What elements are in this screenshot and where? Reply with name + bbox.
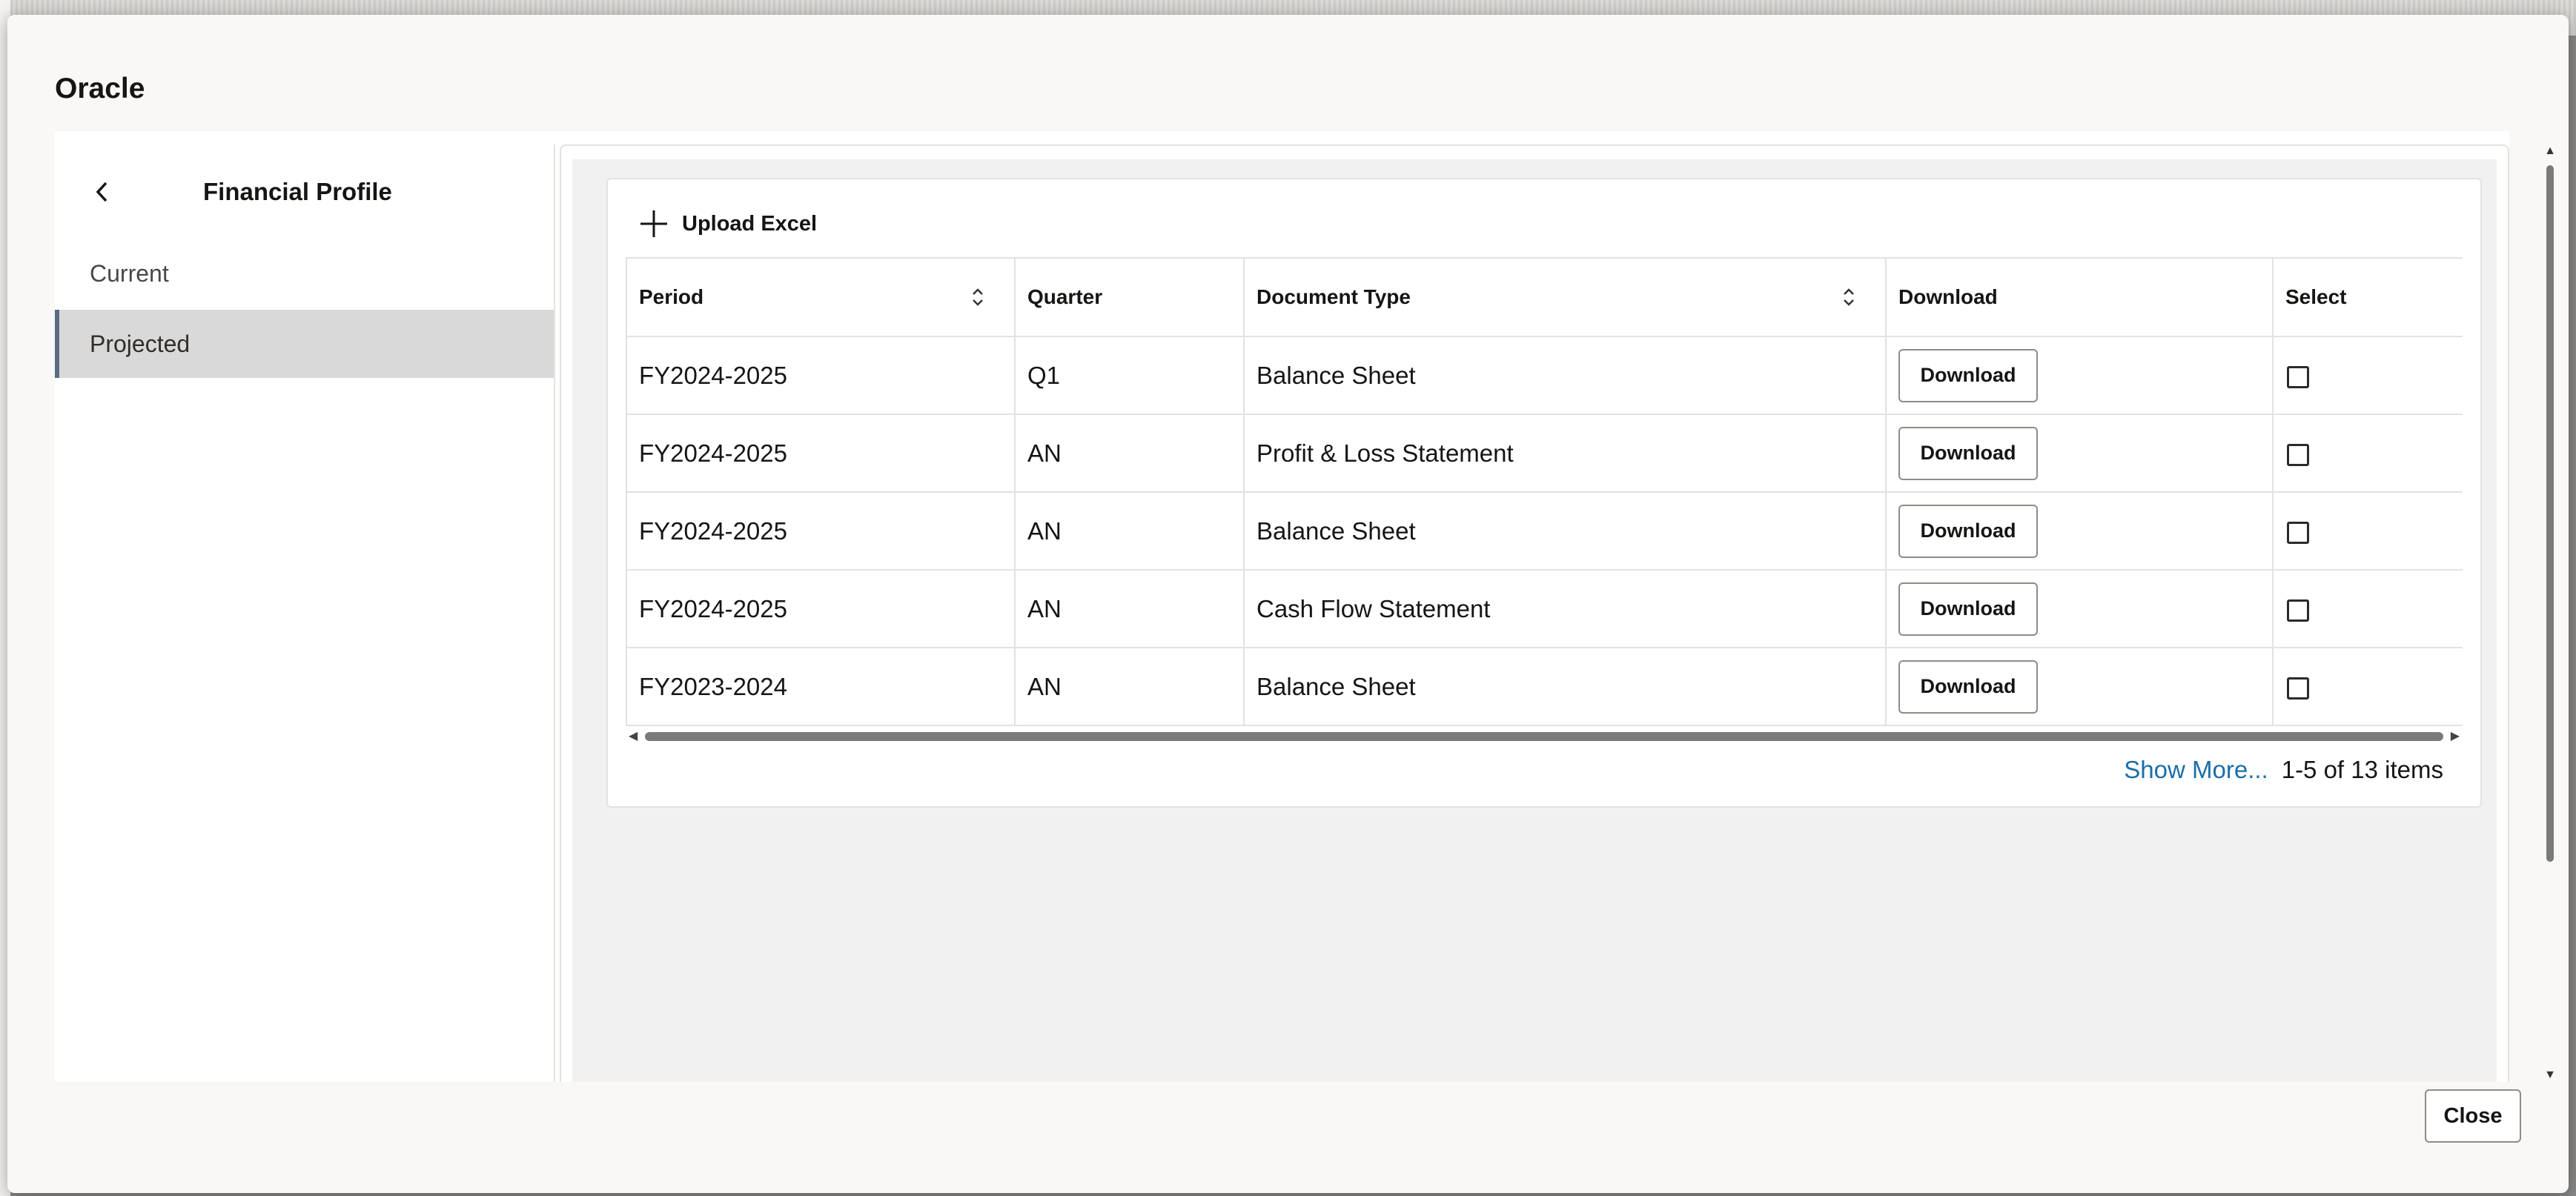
pagination: Show More... 1-5 of 13 items <box>2124 756 2443 784</box>
table-header-row: Period Quarter Document Type Download Se… <box>626 257 2463 337</box>
nav-item-current[interactable]: Current <box>55 239 554 308</box>
column-header-label: Select <box>2285 285 2347 308</box>
column-header-select: Select <box>2272 257 2463 337</box>
documents-table-container: Period Quarter Document Type Download Se… <box>626 257 2463 731</box>
back-button[interactable] <box>85 174 120 210</box>
nav-divider <box>554 144 555 1082</box>
scroll-left-arrow-icon[interactable]: ◀ <box>629 729 638 744</box>
cell-period: FY2024-2025 <box>626 569 1016 648</box>
scrollbar-thumb[interactable] <box>2546 165 2554 862</box>
cell-quarter: AN <box>1014 491 1245 571</box>
plus-icon <box>640 210 667 237</box>
cell-download: Download <box>1885 569 2274 648</box>
column-header-document-type[interactable]: Document Type <box>1243 257 1887 337</box>
column-header-period[interactable]: Period <box>626 257 1016 337</box>
scroll-up-arrow-icon[interactable]: ▲ <box>2543 144 2557 158</box>
select-checkbox[interactable] <box>2287 365 2309 388</box>
cell-download: Download <box>1885 336 2274 415</box>
column-header-quarter: Quarter <box>1014 257 1245 337</box>
download-button[interactable]: Download <box>1898 426 2038 480</box>
nav-title: Financial Profile <box>203 178 392 205</box>
select-checkbox[interactable] <box>2287 443 2309 466</box>
cell-select <box>2272 647 2463 726</box>
financial-profile-dialog: Oracle Financial Profile Current Project… <box>7 15 2569 1193</box>
cell-document-type: Balance Sheet <box>1243 491 1887 571</box>
cell-document-type: Cash Flow Statement <box>1243 569 1887 648</box>
show-more-link[interactable]: Show More... <box>2124 756 2268 784</box>
column-header-label: Document Type <box>1256 285 1411 308</box>
cell-period: FY2024-2025 <box>626 336 1016 415</box>
cell-select <box>2272 336 2463 415</box>
table-row: FY2024-2025 Q1 Balance Sheet Download <box>626 336 2463 415</box>
dialog-body: Financial Profile Current Projected Uplo… <box>55 131 2556 1082</box>
select-checkbox[interactable] <box>2287 521 2309 544</box>
cell-quarter: AN <box>1014 413 1245 493</box>
dialog-title: Oracle <box>55 73 145 104</box>
cell-download: Download <box>1885 491 2274 571</box>
side-navigation: Financial Profile Current Projected <box>55 144 554 1082</box>
scroll-right-arrow-icon[interactable]: ▶ <box>2451 729 2460 744</box>
cell-document-type: Balance Sheet <box>1243 336 1887 415</box>
column-header-download: Download <box>1885 257 2274 337</box>
column-header-label: Quarter <box>1027 285 1103 308</box>
upload-excel-button[interactable]: Upload Excel <box>638 202 817 246</box>
upload-excel-label: Upload Excel <box>682 211 818 236</box>
download-button[interactable]: Download <box>1898 504 2038 558</box>
cell-document-type: Balance Sheet <box>1243 647 1887 726</box>
chevron-left-icon <box>96 182 107 202</box>
download-button[interactable]: Download <box>1898 348 2038 402</box>
item-count: 1-5 of 13 items <box>2281 756 2443 783</box>
select-checkbox[interactable] <box>2287 677 2309 700</box>
sort-icon[interactable] <box>1841 286 1857 308</box>
close-button[interactable]: Close <box>2425 1089 2521 1143</box>
cell-select <box>2272 569 2463 648</box>
cell-period: FY2024-2025 <box>626 491 1016 571</box>
cell-quarter: AN <box>1014 569 1245 648</box>
cell-download: Download <box>1885 413 2274 493</box>
cell-select <box>2272 413 2463 493</box>
cell-period: FY2024-2025 <box>626 413 1016 493</box>
sort-icon[interactable] <box>970 286 986 308</box>
cell-quarter: Q1 <box>1014 336 1245 415</box>
cell-period: FY2023-2024 <box>626 647 1016 726</box>
column-header-label: Download <box>1898 285 1998 308</box>
column-header-label: Period <box>639 285 704 308</box>
documents-card: Upload Excel Period Quarter Document Typ… <box>606 178 2482 808</box>
table-row: FY2023-2024 AN Balance Sheet Download <box>626 647 2463 726</box>
documents-table: Period Quarter Document Type Download Se… <box>626 257 2463 726</box>
nav-item-projected[interactable]: Projected <box>55 310 554 378</box>
download-button[interactable]: Download <box>1898 660 2038 714</box>
scrollbar-thumb[interactable] <box>645 732 2443 741</box>
cell-select <box>2272 491 2463 571</box>
vertical-scrollbar[interactable]: ▲ ▼ <box>2543 144 2557 1082</box>
cell-download: Download <box>1885 647 2274 726</box>
table-row: FY2024-2025 AN Profit & Loss Statement D… <box>626 413 2463 493</box>
horizontal-scrollbar[interactable]: ◀ ▶ <box>626 729 2463 744</box>
cell-quarter: AN <box>1014 647 1245 726</box>
table-row: FY2024-2025 AN Balance Sheet Download <box>626 491 2463 571</box>
select-checkbox[interactable] <box>2287 599 2309 622</box>
scroll-down-arrow-icon[interactable]: ▼ <box>2543 1069 2557 1082</box>
table-row: FY2024-2025 AN Cash Flow Statement Downl… <box>626 569 2463 648</box>
cell-document-type: Profit & Loss Statement <box>1243 413 1887 493</box>
download-button[interactable]: Download <box>1898 582 2038 636</box>
